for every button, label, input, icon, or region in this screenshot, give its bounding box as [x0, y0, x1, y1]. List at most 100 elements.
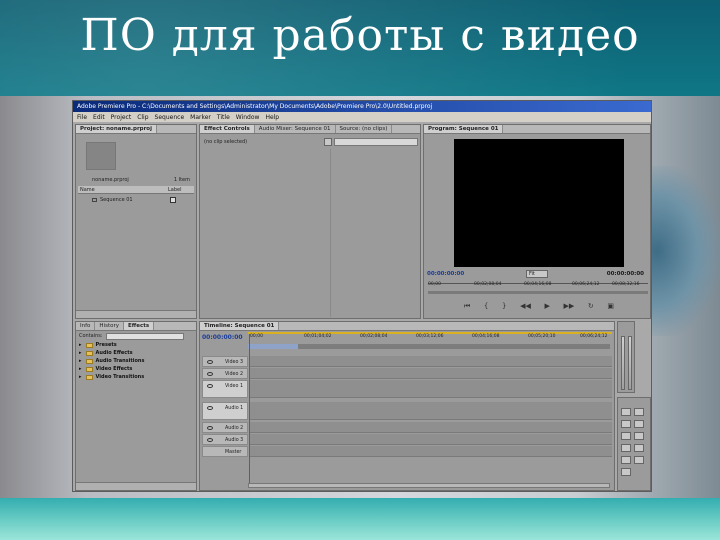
audio-track-2[interactable]: Audio 2	[202, 422, 612, 433]
track-lane[interactable]	[250, 402, 612, 420]
track-select-tool-icon[interactable]	[634, 408, 644, 416]
forward-icon[interactable]: ▶▶	[563, 302, 574, 310]
playhead[interactable]	[249, 334, 250, 484]
effects-folder-audio-transitions[interactable]: ▸ Audio Transitions	[76, 357, 196, 365]
work-area-handle[interactable]	[248, 344, 298, 349]
tab-audio-mixer[interactable]: Audio Mixer: Sequence 01	[255, 125, 336, 133]
track-header: Audio 1	[202, 402, 248, 420]
track-lane[interactable]	[250, 434, 612, 445]
eye-icon[interactable]	[207, 360, 213, 364]
effects-folder-presets[interactable]: ▸ Presets	[76, 341, 196, 349]
menu-help[interactable]: Help	[265, 114, 279, 121]
timeline-scrollbar[interactable]	[248, 483, 610, 488]
timeline-ruler[interactable]: 00;00 00;01;04;02 00;02;08;04 00;03;12;0…	[248, 334, 612, 342]
track-header: Video 3	[202, 356, 248, 367]
play-icon[interactable]: ▶	[544, 302, 549, 310]
tab-effect-controls[interactable]: Effect Controls	[200, 125, 255, 133]
program-scrub-bar[interactable]	[428, 291, 648, 294]
program-timecode-current[interactable]: 00:00:00:00	[427, 271, 464, 277]
zoom-fit-dropdown[interactable]: Fit	[526, 270, 548, 278]
audio-track-3[interactable]: Audio 3	[202, 434, 612, 445]
no-clip-selected: (no clip selected)	[204, 139, 248, 145]
project-toolbar	[76, 310, 196, 318]
rolling-edit-tool-icon[interactable]	[634, 420, 644, 428]
tab-effects[interactable]: Effects	[124, 322, 155, 330]
menu-project[interactable]: Project	[111, 114, 132, 121]
hand-tool-icon[interactable]	[634, 456, 644, 464]
expand-triangle-icon[interactable]: ▸	[79, 374, 82, 380]
menu-edit[interactable]: Edit	[93, 114, 105, 121]
track-lane[interactable]	[250, 356, 612, 367]
ripple-edit-tool-icon[interactable]	[621, 420, 631, 428]
folder-label: Audio Transitions	[95, 358, 145, 364]
speaker-icon[interactable]	[207, 426, 213, 430]
ruler-label: 00;00	[428, 282, 441, 287]
export-frame-icon[interactable]: ▣	[607, 302, 614, 310]
tab-program[interactable]: Program: Sequence 01	[424, 125, 504, 133]
rewind-icon[interactable]: ◀◀	[520, 302, 531, 310]
master-track[interactable]: Master	[202, 446, 612, 457]
tab-source[interactable]: Source: (no clips)	[336, 125, 393, 133]
effect-toggle-button[interactable]	[324, 138, 332, 146]
speaker-icon[interactable]	[207, 406, 213, 410]
slide-tool-icon[interactable]	[634, 444, 644, 452]
track-header: Audio 3	[202, 434, 248, 445]
work-area-bar[interactable]	[248, 344, 610, 349]
expand-triangle-icon[interactable]: ▸	[79, 366, 82, 372]
menu-title[interactable]: Title	[217, 114, 230, 121]
folder-icon	[85, 366, 93, 372]
slip-tool-icon[interactable]	[621, 444, 631, 452]
effects-folder-audio-effects[interactable]: ▸ Audio Effects	[76, 349, 196, 357]
eye-icon[interactable]	[207, 384, 213, 388]
rate-stretch-tool-icon[interactable]	[621, 432, 631, 440]
tools-panel	[617, 397, 651, 491]
tab-project[interactable]: Project: noname.prproj	[76, 125, 157, 133]
track-lane[interactable]	[250, 422, 612, 433]
column-label[interactable]: Label	[168, 186, 182, 194]
video-track-1[interactable]: Video 1	[202, 380, 612, 398]
selection-tool-icon[interactable]	[621, 408, 631, 416]
track-lane[interactable]	[250, 368, 612, 379]
effect-controls-panel: Effect Controls Audio Mixer: Sequence 01…	[199, 124, 421, 319]
slide-bottom-strip	[0, 498, 720, 540]
menu-sequence[interactable]: Sequence	[155, 114, 185, 121]
tab-history[interactable]: History	[95, 322, 124, 330]
video-track-2[interactable]: Video 2	[202, 368, 612, 379]
menu-bar: File Edit Project Clip Sequence Marker T…	[73, 112, 651, 122]
track-name: Video 3	[225, 360, 244, 365]
ruler-label: 00;06;24;12	[580, 334, 608, 339]
mark-out-icon[interactable]: }	[502, 302, 506, 310]
menu-marker[interactable]: Marker	[190, 114, 211, 121]
video-track-3[interactable]: Video 3	[202, 356, 612, 367]
speaker-icon[interactable]	[207, 438, 213, 442]
track-lane[interactable]	[250, 446, 612, 457]
tab-timeline[interactable]: Timeline: Sequence 01	[200, 322, 280, 330]
effects-folder-video-transitions[interactable]: ▸ Video Transitions	[76, 373, 196, 381]
effects-folder-video-effects[interactable]: ▸ Video Effects	[76, 365, 196, 373]
audio-track-1[interactable]: Audio 1	[202, 402, 612, 420]
list-item[interactable]: Sequence 01	[78, 196, 194, 204]
expand-triangle-icon[interactable]: ▸	[79, 342, 82, 348]
pen-tool-icon[interactable]	[621, 456, 631, 464]
menu-window[interactable]: Window	[236, 114, 260, 121]
tab-info[interactable]: Info	[76, 322, 96, 330]
effects-search-input[interactable]	[105, 332, 184, 340]
mark-in-icon[interactable]: {	[484, 302, 488, 310]
zoom-tool-icon[interactable]	[621, 468, 631, 476]
menu-file[interactable]: File	[77, 114, 87, 121]
effect-timeline-area[interactable]	[334, 138, 418, 146]
column-name[interactable]: Name	[80, 186, 95, 194]
loop-icon[interactable]: ↻	[588, 302, 594, 310]
expand-triangle-icon[interactable]: ▸	[79, 358, 82, 364]
label-checkbox[interactable]	[170, 197, 176, 203]
eye-icon[interactable]	[207, 372, 213, 376]
menu-clip[interactable]: Clip	[137, 114, 148, 121]
slide-title: ПО для работы с видео	[80, 10, 640, 61]
panel-divider[interactable]	[330, 149, 331, 317]
razor-tool-icon[interactable]	[634, 432, 644, 440]
step-back-icon[interactable]: ⏮	[464, 302, 470, 311]
track-lane[interactable]	[250, 380, 612, 398]
expand-triangle-icon[interactable]: ▸	[79, 350, 82, 356]
window-title: Adobe Premiere Pro - C:\Documents and Se…	[73, 101, 651, 112]
timeline-timecode[interactable]: 00:00:00:00	[202, 334, 243, 341]
